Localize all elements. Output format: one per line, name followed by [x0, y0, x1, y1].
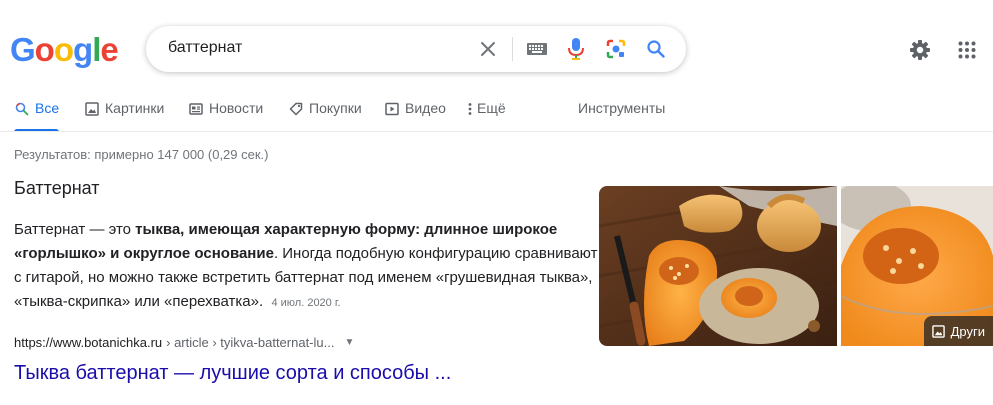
- result-stats: Результатов: примерно 147 000 (0,29 сек.…: [14, 147, 269, 162]
- logo-letter: e: [100, 31, 118, 68]
- close-icon[interactable]: [476, 37, 500, 61]
- snippet-image-1[interactable]: [599, 186, 837, 346]
- tab-label: Все: [35, 100, 60, 116]
- logo-letter: g: [73, 31, 93, 68]
- search-divider: [512, 37, 513, 61]
- video-icon: [384, 101, 400, 117]
- tab-more[interactable]: Ещё: [466, 98, 506, 132]
- logo-letter: l: [92, 31, 101, 68]
- tab-label: Ещё: [477, 100, 506, 116]
- tab-shopping[interactable]: Покупки: [288, 98, 362, 132]
- snippet-text-part: Баттернат — это: [14, 221, 136, 238]
- tools-button[interactable]: Инструменты: [578, 98, 665, 132]
- snippet-date: 4 июл. 2020 г.: [271, 297, 341, 309]
- tab-label: Картинки: [105, 100, 165, 116]
- tab-label: Новости: [209, 100, 264, 116]
- tools-label: Инструменты: [578, 100, 666, 116]
- tab-news[interactable]: Новости: [188, 98, 263, 132]
- search-input[interactable]: баттернат: [168, 39, 242, 57]
- tab-label: Видео: [405, 100, 446, 116]
- logo-letter: o: [34, 31, 55, 68]
- google-logo[interactable]: Google: [10, 31, 119, 68]
- result-path: › article › tyikva-batternat-lu...: [166, 335, 335, 350]
- tab-all[interactable]: Все: [14, 98, 60, 132]
- news-icon: [188, 101, 204, 117]
- search-icon[interactable]: [644, 37, 668, 61]
- keyboard-icon[interactable]: [525, 37, 549, 61]
- tab-video[interactable]: Видео: [384, 98, 446, 132]
- search-icon: [14, 101, 30, 117]
- more-vert-icon: [466, 101, 474, 117]
- tab-images[interactable]: Картинки: [84, 98, 164, 132]
- logo-letter: o: [53, 31, 74, 68]
- logo-letter: G: [10, 31, 36, 68]
- result-domain: https://www.botanichka.ru: [14, 335, 163, 350]
- tab-label: Покупки: [309, 100, 362, 116]
- more-images-label: Други: [950, 323, 985, 339]
- search-box[interactable]: баттернат: [146, 26, 686, 72]
- image-icon: [931, 324, 945, 338]
- tabs-divider: [0, 131, 993, 132]
- camera-lens-icon[interactable]: [604, 37, 628, 61]
- apps-grid-icon[interactable]: [955, 38, 979, 62]
- tag-icon: [288, 101, 304, 117]
- image-icon: [84, 101, 100, 117]
- snippet-text: Баттернат — это тыква, имеющая характерн…: [14, 218, 599, 315]
- chevron-down-icon[interactable]: ▼: [344, 337, 354, 348]
- result-citation[interactable]: https://www.botanichka.ru › article › ty…: [14, 335, 354, 350]
- result-title-link[interactable]: Тыква баттернат — лучшие сорта и способы…: [14, 362, 451, 385]
- mic-icon[interactable]: [564, 37, 588, 61]
- gear-icon[interactable]: [908, 38, 932, 62]
- snippet-image-2[interactable]: Други: [841, 186, 993, 346]
- snippet-title: Баттернат: [14, 178, 100, 198]
- more-images-button[interactable]: Други: [923, 316, 993, 346]
